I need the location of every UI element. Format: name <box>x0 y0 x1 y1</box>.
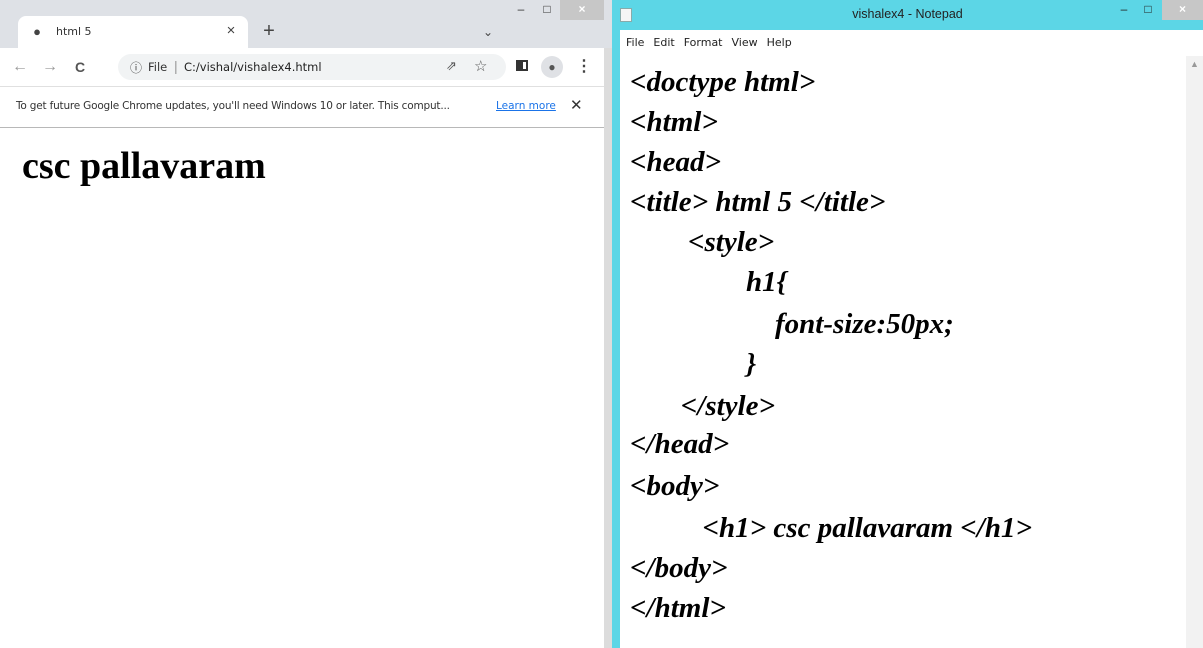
code-line: font-size:50px; <box>630 308 954 340</box>
bookmark-star-icon[interactable]: ☆ <box>474 57 487 75</box>
code-line: </head> <box>630 428 730 460</box>
globe-icon: ● <box>33 24 41 39</box>
code-line: </html> <box>630 592 726 624</box>
code-line: } <box>630 348 757 380</box>
code-line: <title> html 5 </title> <box>630 186 886 218</box>
maximize-button[interactable]: □ <box>534 0 560 20</box>
notepad-window: vishalex4 - Notepad – □ × File Edit Format… <box>612 0 1203 648</box>
profile-avatar-icon[interactable]: ● <box>541 56 563 78</box>
learn-more-link[interactable]: Learn more <box>496 100 556 112</box>
back-button[interactable]: ← <box>10 57 30 77</box>
page-heading: csc pallavaram <box>22 145 266 187</box>
url-scheme-label: File <box>148 60 168 74</box>
forward-button[interactable]: → <box>40 57 60 77</box>
window-left-edge <box>0 128 16 648</box>
reload-button[interactable]: C <box>70 57 90 77</box>
code-line: h1{ <box>630 266 787 298</box>
code-line: <style> <box>630 226 775 258</box>
page-viewport: csc pallavaram <box>16 128 604 648</box>
code-line: <body> <box>630 470 720 502</box>
code-line: </body> <box>630 552 728 584</box>
code-line: <html> <box>630 106 718 138</box>
infobar-close-icon[interactable]: ✕ <box>570 96 583 114</box>
tab-strip: ● html 5 × + ⌄ – □ × <box>0 0 612 48</box>
browser-toolbar: ← → C ⓘ File | C:/vishal/vishalex4.html … <box>0 48 604 86</box>
new-tab-button[interactable]: + <box>258 20 280 42</box>
address-bar[interactable]: ⓘ File | C:/vishal/vishalex4.html ⇗ ☆ <box>118 54 506 80</box>
close-button[interactable]: × <box>1162 0 1203 20</box>
code-line: </style> <box>630 390 775 422</box>
browser-tab[interactable]: ● html 5 × <box>18 16 248 48</box>
menu-format[interactable]: Format <box>681 30 726 49</box>
code-line: <doctype html> <box>630 66 816 98</box>
close-button[interactable]: × <box>560 0 604 20</box>
tab-title: html 5 <box>56 25 92 38</box>
menu-file[interactable]: File <box>623 30 647 49</box>
url-separator: | <box>174 58 178 74</box>
minimize-button[interactable]: – <box>1112 0 1136 20</box>
tab-close-icon[interactable]: × <box>222 22 240 40</box>
text-editor[interactable]: <doctype html> <html> <head> <title> htm… <box>620 56 1203 648</box>
minimize-button[interactable]: – <box>508 0 534 20</box>
chrome-menu-icon[interactable]: ⋮ <box>576 57 592 77</box>
side-panel-icon[interactable] <box>516 60 528 71</box>
notepad-menubar: File Edit Format View Help <box>620 30 1203 56</box>
menu-view[interactable]: View <box>729 30 761 49</box>
menu-edit[interactable]: Edit <box>650 30 677 49</box>
code-line: <head> <box>630 146 722 178</box>
infobar-message: To get future Google Chrome updates, you… <box>16 100 450 112</box>
vertical-scrollbar[interactable]: ▲ <box>1186 56 1203 648</box>
code-line: <h1> csc pallavaram </h1> <box>630 512 1033 544</box>
tab-search-icon[interactable]: ⌄ <box>478 22 498 42</box>
update-infobar: To get future Google Chrome updates, you… <box>0 86 604 128</box>
menu-help[interactable]: Help <box>764 30 795 49</box>
url-text[interactable]: C:/vishal/vishalex4.html <box>184 60 322 74</box>
notepad-titlebar: vishalex4 - Notepad – □ × <box>612 0 1203 30</box>
scroll-up-arrow-icon[interactable]: ▲ <box>1186 56 1203 73</box>
chrome-window: ● html 5 × + ⌄ – □ × ← → C ⓘ File | C:/v… <box>0 0 612 648</box>
site-info-icon[interactable]: ⓘ <box>130 59 142 76</box>
maximize-button[interactable]: □ <box>1136 0 1160 20</box>
share-icon[interactable]: ⇗ <box>446 58 457 74</box>
